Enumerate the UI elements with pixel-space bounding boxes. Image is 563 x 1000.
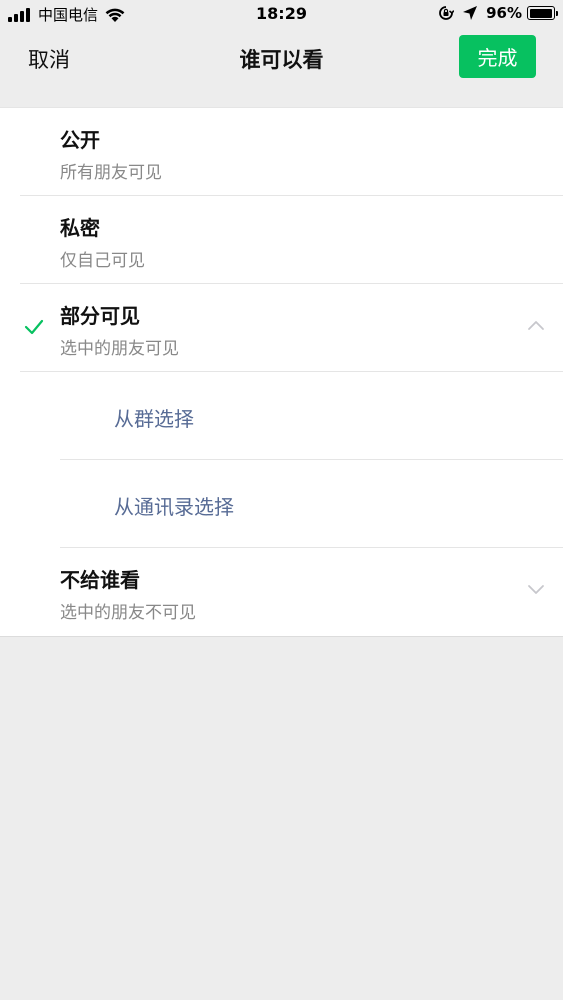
option-description: 选中的朋友不可见 <box>60 603 196 623</box>
option-description: 所有朋友可见 <box>60 163 162 183</box>
chevron-up-icon[interactable] <box>527 319 545 331</box>
status-bar: 中国电信 18:29 96% <box>0 0 563 28</box>
status-right: 96% <box>438 4 558 22</box>
option-hide-from[interactable]: 不给谁看 选中的朋友不可见 <box>0 548 563 636</box>
location-arrow-icon <box>463 6 478 20</box>
option-title: 公开 <box>60 128 100 152</box>
done-button[interactable]: 完成 <box>459 35 536 78</box>
option-private[interactable]: 私密 仅自己可见 <box>0 196 563 284</box>
select-from-group-button[interactable]: 从群选择 <box>0 372 563 460</box>
sub-option-label: 从通讯录选择 <box>114 495 234 519</box>
option-partial-visible[interactable]: 部分可见 选中的朋友可见 <box>0 284 563 372</box>
option-description: 选中的朋友可见 <box>60 339 179 359</box>
select-from-contacts-button[interactable]: 从通讯录选择 <box>0 460 563 548</box>
sub-option-label: 从群选择 <box>114 407 194 431</box>
visibility-options-list: 公开 所有朋友可见 私密 仅自己可见 部分可见 选中的朋友可见 从群选择 从通讯… <box>0 107 563 637</box>
option-description: 仅自己可见 <box>60 251 145 271</box>
orientation-lock-icon <box>439 6 455 20</box>
option-public[interactable]: 公开 所有朋友可见 <box>0 108 563 196</box>
checkmark-icon <box>24 319 44 335</box>
battery-icon <box>527 6 558 20</box>
option-title: 部分可见 <box>60 304 140 328</box>
option-title: 私密 <box>60 216 100 240</box>
chevron-down-icon[interactable] <box>527 583 545 595</box>
battery-percentage: 96% <box>486 4 522 22</box>
nav-bar: 取消 谁可以看 完成 <box>0 28 563 88</box>
option-title: 不给谁看 <box>60 568 140 592</box>
